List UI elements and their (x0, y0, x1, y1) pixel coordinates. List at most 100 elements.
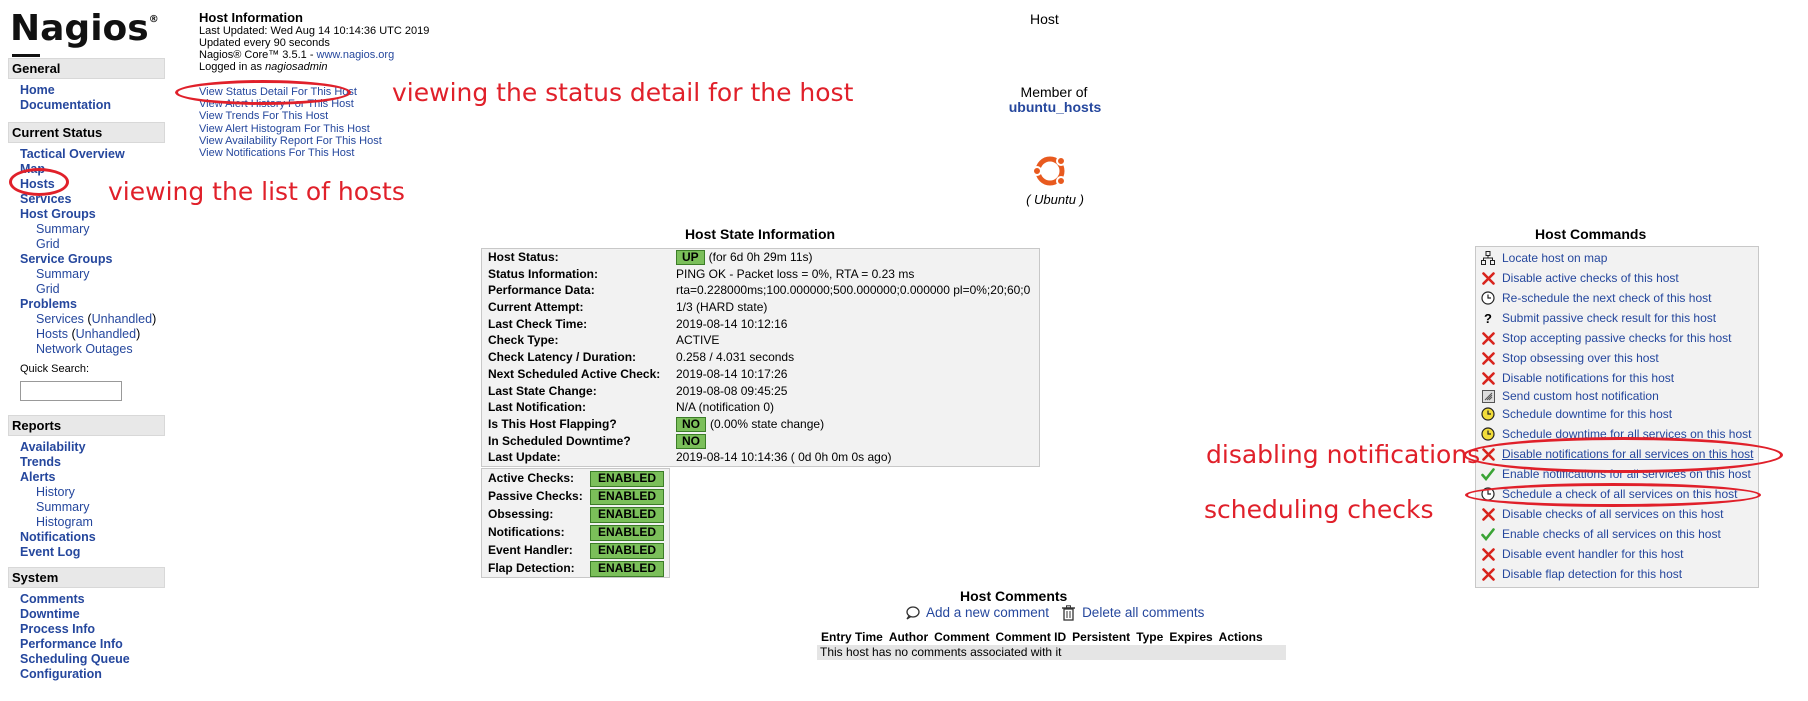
nagios-org-link[interactable]: www.nagios.org (317, 49, 395, 61)
sidebar-item-documentation[interactable]: Documentation (20, 98, 111, 112)
sidebar-item-process-info[interactable]: Process Info (20, 622, 95, 636)
sidebar-item-problems[interactable]: Problems (20, 297, 77, 311)
command-label[interactable]: Disable notifications for this host (1502, 371, 1674, 385)
command-enable-service-checks[interactable]: Enable checks of all services on this ho… (1480, 525, 1721, 543)
view-notifications-link[interactable]: View Notifications For This Host (199, 147, 354, 159)
sidebar-item-services-unhandled[interactable]: Unhandled (92, 312, 152, 326)
command-label[interactable]: Locate host on map (1502, 251, 1607, 265)
sidebar-item-configuration[interactable]: Configuration (20, 667, 102, 681)
add-comment-link[interactable]: Add a new comment (926, 605, 1049, 620)
command-label[interactable]: Re-schedule the next check of this host (1502, 291, 1711, 305)
sidebar-item-event-log[interactable]: Event Log (20, 545, 80, 559)
sidebar-item-scheduling-queue[interactable]: Scheduling Queue (20, 652, 130, 666)
logo-text: Nagios (10, 8, 149, 49)
host-group-link[interactable]: ubuntu_hosts (985, 99, 1125, 115)
command-label[interactable]: Disable active checks of this host (1502, 271, 1679, 285)
check-row: Passive Checks: ENABLED (482, 487, 669, 505)
sidebar-item-trends[interactable]: Trends (20, 455, 61, 469)
enable-icon (1480, 466, 1496, 482)
logo-underline (12, 54, 40, 57)
state-value: ACTIVE (676, 333, 720, 348)
command-label[interactable]: Stop accepting passive checks for this h… (1502, 331, 1731, 345)
command-disable-event-handler[interactable]: Disable event handler for this host (1480, 545, 1683, 563)
sidebar-item-downtime[interactable]: Downtime (20, 607, 80, 621)
sidebar-item-hosts-unhandled[interactable]: Unhandled (76, 327, 136, 341)
command-label[interactable]: Submit passive check result for this hos… (1502, 311, 1716, 325)
annotation-hosts-list: viewing the list of hosts (108, 177, 405, 206)
check-key: Notifications: (488, 525, 565, 539)
sidebar-item-home[interactable]: Home (20, 83, 55, 97)
col-comment-id: Comment ID (995, 630, 1067, 644)
command-stop-passive[interactable]: Stop accepting passive checks for this h… (1480, 329, 1731, 347)
command-label[interactable]: Disable flap detection for this host (1502, 567, 1682, 581)
sidebar-header-general: General (8, 58, 165, 79)
question-icon: ? (1484, 310, 1492, 326)
trash-icon (1061, 605, 1076, 621)
sidebar-item-problems-hosts[interactable]: Hosts (36, 327, 68, 341)
sidebar-item-alerts-histogram[interactable]: Histogram (36, 515, 93, 529)
sidebar-item-alerts-summary[interactable]: Summary (36, 500, 89, 514)
nagios-logo[interactable]: Nagios® (10, 8, 159, 57)
sidebar-item-host-groups-grid[interactable]: Grid (36, 237, 60, 251)
version-text: Nagios® Core™ 3.5.1 - (199, 49, 317, 61)
update-interval: Updated every 90 seconds (199, 37, 330, 49)
state-row: Last Check Time: 2019-08-14 10:12:16 (482, 316, 1039, 333)
downtime-badge: NO (676, 433, 706, 449)
command-disable-flap-detection[interactable]: Disable flap detection for this host (1480, 565, 1682, 583)
sidebar-item-problems-services[interactable]: Services (36, 312, 84, 326)
command-stop-obsessing[interactable]: Stop obsessing over this host (1480, 349, 1659, 367)
command-label[interactable]: Disable event handler for this host (1502, 547, 1683, 561)
command-schedule-downtime[interactable]: Schedule downtime for this host (1480, 405, 1672, 423)
member-of-label: Member of (1020, 84, 1088, 100)
sidebar-item-alerts[interactable]: Alerts (20, 470, 55, 484)
state-value: (0.00% state change) (710, 416, 825, 431)
view-trends-link[interactable]: View Trends For This Host (199, 110, 328, 122)
sidebar-general: General Home Documentation (8, 58, 165, 115)
sidebar-item-performance-info[interactable]: Performance Info (20, 637, 123, 651)
state-row: Next Scheduled Active Check: 2019-08-14 1… (482, 366, 1039, 383)
sidebar-item-tactical-overview[interactable]: Tactical Overview (20, 147, 125, 161)
sidebar-item-notifications[interactable]: Notifications (20, 530, 96, 544)
delete-all-comments-link[interactable]: Delete all comments (1082, 605, 1204, 620)
os-label: ( Ubuntu ) (1026, 192, 1084, 207)
sidebar-reports: Reports Availability Trends Alerts Histo… (8, 415, 165, 562)
sidebar-item-network-outages[interactable]: Network Outages (36, 342, 133, 356)
command-locate-map[interactable]: Locate host on map (1480, 249, 1607, 267)
command-disable-service-checks[interactable]: Disable checks of all services on this h… (1480, 505, 1723, 523)
sidebar-item-service-groups-grid[interactable]: Grid (36, 282, 60, 296)
command-disable-notifications[interactable]: Disable notifications for this host (1480, 369, 1674, 387)
view-availability-report-link[interactable]: View Availability Report For This Host (199, 135, 382, 147)
info-title: Host Information (199, 10, 303, 25)
state-key: Last Update: (488, 450, 561, 465)
command-label[interactable]: Send custom host notification (1502, 389, 1659, 403)
state-row: Status Information: PING OK - Packet loss… (482, 266, 1039, 283)
sidebar-item-alerts-history[interactable]: History (36, 485, 75, 499)
annotation-oval-scheduling (1465, 483, 1761, 507)
check-row: Active Checks: ENABLED (482, 469, 669, 487)
state-value: 1/3 (HARD state) (676, 300, 768, 315)
command-label[interactable]: Stop obsessing over this host (1502, 351, 1659, 365)
sidebar-item-service-groups-summary[interactable]: Summary (36, 267, 89, 281)
command-disable-active-checks[interactable]: Disable active checks of this host (1480, 269, 1679, 287)
command-submit-passive[interactable]: ? Submit passive check result for this ho… (1480, 309, 1716, 327)
sidebar-item-host-groups-summary[interactable]: Summary (36, 222, 89, 236)
state-row: In Scheduled Downtime? NO (482, 433, 1039, 450)
command-label[interactable]: Enable checks of all services on this ho… (1502, 527, 1721, 541)
quick-search-input[interactable] (20, 381, 122, 401)
command-send-notification[interactable]: Send custom host notification (1480, 387, 1659, 405)
command-reschedule-check[interactable]: Re-schedule the next check of this host (1480, 289, 1711, 307)
check-key: Flap Detection: (488, 561, 575, 575)
sidebar-item-service-groups[interactable]: Service Groups (20, 252, 112, 266)
sidebar-item-host-groups[interactable]: Host Groups (20, 207, 96, 221)
sidebar-item-availability[interactable]: Availability (20, 440, 86, 454)
downtime-icon (1480, 406, 1496, 422)
annotation-scheduling: scheduling checks (1204, 495, 1434, 524)
col-expires: Expires (1169, 630, 1213, 644)
view-alert-histogram-link[interactable]: View Alert Histogram For This Host (199, 123, 370, 135)
state-value: 2019-08-08 09:45:25 (676, 383, 788, 398)
command-label[interactable]: Schedule downtime for this host (1502, 407, 1672, 421)
sidebar-item-comments[interactable]: Comments (20, 592, 85, 606)
check-row: Event Handler: ENABLED (482, 541, 669, 559)
command-label[interactable]: Disable checks of all services on this h… (1502, 507, 1723, 521)
host-comments-title: Host Comments (960, 588, 1068, 604)
